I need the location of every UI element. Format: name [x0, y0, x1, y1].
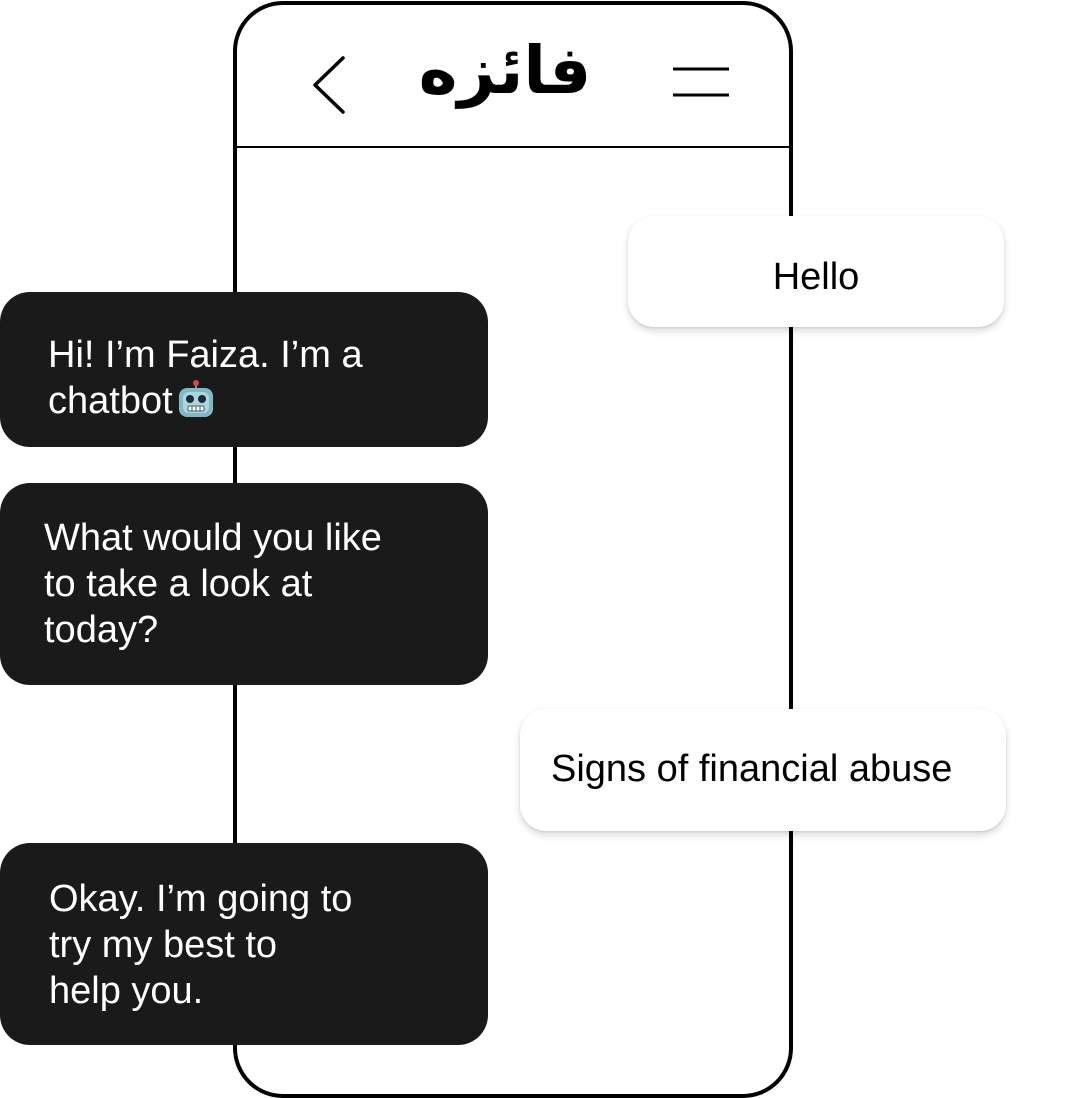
message-text: today?	[44, 609, 159, 651]
menu-icon	[673, 67, 729, 97]
bot-message: Okay. I’m going to try my best to help y…	[0, 843, 488, 1045]
message-text: Hi! I’m Faiza. I’m a	[48, 334, 363, 376]
menu-button[interactable]	[665, 58, 737, 106]
bot-message: What would you like to take a look at to…	[0, 483, 488, 685]
back-button[interactable]	[305, 52, 357, 118]
robot-face-icon	[178, 380, 213, 417]
chevron-left-icon	[313, 56, 345, 114]
user-message: Signs of financial abuse	[520, 709, 1006, 831]
message-text: chatbot	[48, 380, 173, 422]
user-message: Hello	[628, 216, 1004, 327]
bot-message: Hi! I’m Faiza. I’m a chatbot	[0, 292, 488, 447]
message-text: Hello	[772, 256, 860, 298]
message-text: What would you like	[44, 517, 382, 559]
message-text: help you.	[49, 970, 204, 1012]
message-text: Signs of financial abuse	[551, 748, 953, 790]
chat-title: فائزه	[418, 32, 592, 109]
message-text: to take a look at	[44, 563, 313, 605]
message-text: try my best to	[49, 924, 278, 966]
message-text: Okay. I’m going to	[49, 878, 353, 920]
